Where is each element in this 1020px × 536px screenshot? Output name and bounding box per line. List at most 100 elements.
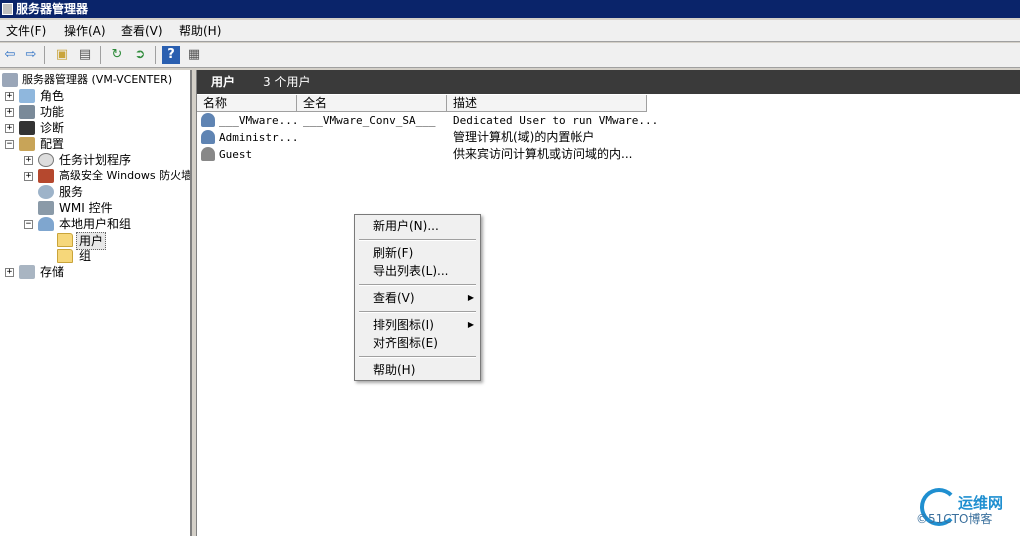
tree-root-label: 服务器管理器 (VM-VCENTER) [22, 73, 173, 86]
menu-item-new-user[interactable]: 新用户(N)... [355, 216, 480, 236]
menu-item-refresh[interactable]: 刷新(F) [355, 243, 480, 263]
tree-label: WMI 控件 [59, 201, 113, 215]
tree-item-task-scheduler[interactable]: + 任务计划程序 [0, 152, 190, 168]
firewall-icon [38, 169, 54, 183]
gear-icon [38, 185, 54, 199]
server-manager-icon [2, 3, 13, 15]
tree-item-local-users-groups[interactable]: − 本地用户和组 [0, 216, 190, 232]
panel-title: 用户 [211, 75, 236, 89]
menu-item-label: 排列图标(I) [373, 318, 434, 332]
tree-label: 功能 [40, 105, 65, 119]
refresh-icon[interactable]: ↻ [108, 46, 126, 64]
cell-description: 供来宾访问计算机或访问域的内... [453, 147, 633, 161]
cell-description: Dedicated User to run VMware... [453, 114, 659, 127]
expand-icon[interactable]: + [5, 124, 14, 133]
wmi-icon [38, 201, 54, 215]
server-icon [2, 73, 18, 87]
clock-icon [38, 153, 54, 167]
table-row[interactable]: Guest 供来宾访问计算机或访问域的内... [201, 146, 901, 163]
export-list-icon[interactable]: ➲ [131, 46, 149, 64]
expand-icon[interactable]: + [24, 172, 33, 181]
tree-item-users[interactable]: 用户 [0, 232, 190, 250]
user-icon [201, 113, 215, 127]
expand-icon[interactable]: + [24, 156, 33, 165]
menu-item-view[interactable]: 查看(V) ▶ [355, 288, 480, 308]
tree-item-configuration[interactable]: − 配置 [0, 136, 190, 152]
tree-label: 服务 [59, 185, 84, 199]
toolbar-separator [155, 46, 156, 64]
cell-description: 管理计算机(域)的内置帐户 [453, 130, 595, 144]
menu-item-arrange-icons[interactable]: 排列图标(I) ▶ [355, 315, 480, 335]
menu-separator [359, 311, 476, 313]
features-icon [19, 105, 35, 119]
column-header-description[interactable]: 描述 [447, 95, 647, 112]
tree-label: 高级安全 Windows 防火墙 [59, 169, 192, 182]
tree-label: 任务计划程序 [59, 153, 132, 167]
details-pane[interactable]: 用户 3 个用户 名称 全名 描述 ___VMware... ___VMware… [196, 70, 1020, 536]
toolbar-separator [44, 46, 45, 64]
tree-label: 本地用户和组 [59, 217, 132, 231]
expand-icon[interactable]: + [5, 108, 14, 117]
help-icon[interactable]: ? [162, 46, 180, 64]
menu-item-help[interactable]: 帮助(H) [355, 360, 480, 380]
table-row[interactable]: Administr... 管理计算机(域)的内置帐户 [201, 129, 901, 146]
folder-icon [57, 249, 73, 263]
collapse-icon[interactable]: − [24, 220, 33, 229]
forward-icon[interactable]: ⇨ [22, 46, 40, 64]
menu-item-export-list[interactable]: 导出列表(L)... [355, 261, 480, 281]
expand-icon[interactable]: + [5, 268, 14, 277]
menu-separator [359, 356, 476, 358]
column-header-name[interactable]: 名称 [197, 95, 297, 112]
menu-bar: 文件(F) 操作(A) 查看(V) 帮助(H) [0, 20, 1020, 42]
tree-item-services[interactable]: 服务 [0, 184, 190, 200]
menu-item-label: 查看(V) [373, 291, 415, 305]
disabled-user-icon [201, 147, 215, 161]
navigation-tree[interactable]: 服务器管理器 (VM-VCENTER) + 角色 + 功能 + 诊断 − 配置 … [0, 70, 192, 536]
tree-item-groups[interactable]: 组 [0, 248, 190, 264]
cell-name: Administr... [219, 131, 299, 144]
menu-item-align-icons[interactable]: 对齐图标(E) [355, 333, 480, 353]
column-header-fullname[interactable]: 全名 [297, 95, 447, 112]
back-icon[interactable]: ⇦ [1, 46, 19, 64]
watermark: 运维网 ©51CTO博客 [916, 486, 1020, 536]
submenu-arrow-icon: ▶ [467, 293, 474, 302]
user-count: 3 个用户 [263, 75, 311, 89]
show-hide-tree-icon[interactable]: ▤ [76, 46, 94, 64]
panel-header: 用户 3 个用户 [197, 70, 1020, 94]
cell-name: ___VMware... [219, 114, 299, 127]
submenu-arrow-icon: ▶ [467, 320, 474, 329]
menu-separator [359, 239, 476, 241]
up-folder-icon[interactable]: ▣ [53, 46, 71, 64]
tree-item-wmi[interactable]: WMI 控件 [0, 200, 190, 216]
expand-icon[interactable]: + [5, 92, 14, 101]
folder-icon [57, 233, 73, 247]
menu-action[interactable]: 操作(A) [64, 23, 106, 39]
window-title-bar[interactable]: 服务器管理器 [0, 0, 1020, 18]
menu-help[interactable]: 帮助(H) [179, 23, 221, 39]
toolbar: ⇦ ⇨ ▣ ▤ ↻ ➲ ? ▦ [0, 43, 1020, 68]
tree-label: 组 [79, 249, 92, 263]
cell-name: Guest [219, 148, 253, 161]
tree-label: 角色 [40, 89, 65, 103]
tree-label: 存储 [40, 265, 65, 279]
storage-icon [19, 265, 35, 279]
tree-item-features[interactable]: + 功能 [0, 104, 190, 120]
menu-separator [359, 284, 476, 286]
tree-label: 配置 [40, 137, 65, 151]
table-row[interactable]: ___VMware... ___VMware_Conv_SA___ Dedica… [201, 112, 901, 129]
roles-icon [19, 89, 35, 103]
tree-item-firewall[interactable]: + 高级安全 Windows 防火墙 [0, 168, 190, 184]
tree-item-diagnostics[interactable]: + 诊断 [0, 120, 190, 136]
watermark-site: ©51CTO博客 [916, 512, 993, 526]
tree-label: 诊断 [40, 121, 65, 135]
menu-file[interactable]: 文件(F) [6, 23, 46, 39]
tree-item-roles[interactable]: + 角色 [0, 88, 190, 104]
tree-item-storage[interactable]: + 存储 [0, 264, 190, 280]
menu-view[interactable]: 查看(V) [121, 23, 163, 39]
window-title: 服务器管理器 [16, 2, 89, 16]
collapse-icon[interactable]: − [5, 140, 14, 149]
user-icon [201, 130, 215, 144]
cell-fullname: ___VMware_Conv_SA___ [303, 114, 436, 127]
properties-icon[interactable]: ▦ [185, 46, 203, 64]
users-group-icon [38, 217, 54, 231]
